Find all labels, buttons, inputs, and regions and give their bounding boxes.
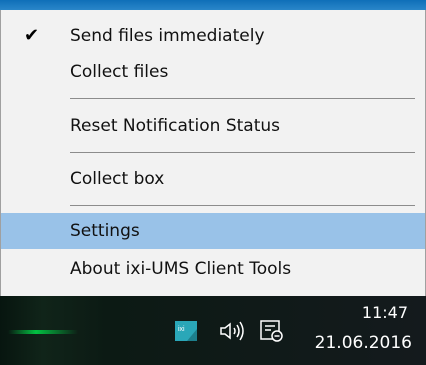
- menu-item-reset-notification-status[interactable]: Reset Notification Status: [1, 108, 425, 144]
- context-menu: ✔ Send files immediately Collect files R…: [0, 10, 426, 296]
- speaker-icon[interactable]: [219, 320, 249, 342]
- menu-item-settings[interactable]: Settings: [1, 213, 425, 249]
- menu-item-send-files-immediately[interactable]: ✔ Send files immediately: [1, 18, 425, 54]
- ixi-ums-tray-icon[interactable]: ixi: [175, 321, 197, 341]
- notification-center-icon[interactable]: [258, 318, 284, 344]
- menu-item-label: Collect box: [70, 169, 165, 189]
- menu-item-label: Send files immediately: [70, 26, 265, 46]
- menu-item-label: Settings: [70, 221, 140, 241]
- window-top-edge: [0, 0, 426, 10]
- menu-item-label: Collect files: [70, 62, 169, 82]
- clock-time: 11:47: [361, 303, 408, 322]
- menu-separator: [70, 98, 415, 99]
- menu-item-label: About ixi-UMS Client Tools: [70, 259, 292, 279]
- taskbar: ixi 11:47 21.06.2016: [0, 296, 426, 365]
- menu-separator: [70, 152, 415, 153]
- tray-app-icon-text: ixi: [178, 326, 185, 333]
- taskbar-clock[interactable]: 11:47 21.06.2016: [294, 300, 422, 362]
- menu-separator: [70, 205, 415, 206]
- checkmark-icon: ✔: [24, 25, 40, 46]
- menu-item-about[interactable]: About ixi-UMS Client Tools: [1, 251, 425, 287]
- menu-item-collect-box[interactable]: Collect box: [1, 161, 425, 197]
- clock-date: 21.06.2016: [314, 333, 412, 353]
- menu-item-collect-files[interactable]: Collect files: [1, 54, 425, 90]
- taskbar-app-indicator: [8, 330, 78, 334]
- menu-item-label: Reset Notification Status: [70, 116, 281, 136]
